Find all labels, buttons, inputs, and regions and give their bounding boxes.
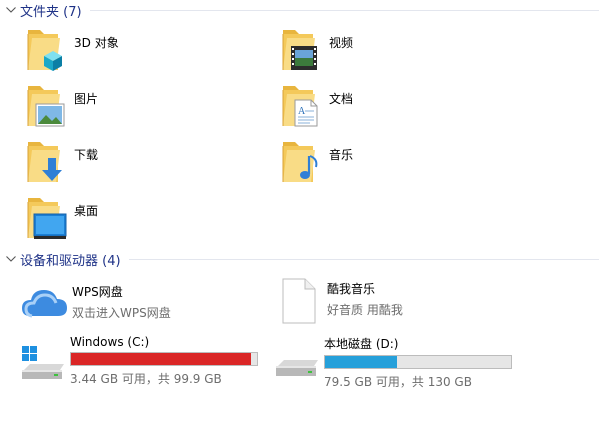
folder-item-desktop[interactable]: 桌面 — [22, 194, 98, 246]
chevron-down-icon[interactable] — [5, 0, 17, 20]
folders-group-header[interactable]: 文件夹 (7) — [0, 0, 599, 20]
downloads-folder-icon — [22, 138, 68, 186]
hard-drive-icon — [272, 332, 322, 382]
device-name: WPS网盘 — [72, 285, 123, 299]
group-divider — [89, 9, 599, 11]
documents-folder-icon: A — [277, 82, 323, 130]
folder-label: 3D 对象 — [74, 36, 119, 50]
drive-usage-fill — [325, 356, 398, 368]
folder-item-documents[interactable]: A 文档 — [277, 82, 353, 134]
folder-label: 桌面 — [74, 204, 99, 218]
drive-free-space: 79.5 GB 可用，共 130 GB — [324, 375, 472, 389]
3d-objects-folder-icon — [22, 26, 68, 74]
folder-item-pictures[interactable]: 图片 — [22, 82, 98, 134]
device-name: 酷我音乐 — [327, 282, 376, 296]
group-title: 文件夹 (7) — [20, 4, 82, 20]
device-item-kuwo-music[interactable]: 酷我音乐 好音质 用酷我 — [277, 277, 403, 331]
group-title: 设备和驱动器 (4) — [20, 253, 121, 269]
drive-name: Windows (C:) — [70, 335, 150, 349]
device-item-wps-cloud[interactable]: WPS网盘 双击进入WPS网盘 — [20, 280, 171, 334]
videos-folder-icon — [277, 26, 323, 74]
pictures-folder-icon — [22, 82, 68, 130]
wps-cloud-icon — [20, 280, 70, 330]
folder-label: 文档 — [329, 92, 354, 106]
folder-label: 视频 — [329, 36, 354, 50]
folder-label: 下载 — [74, 148, 99, 162]
drive-name: 本地磁盘 (D:) — [324, 337, 399, 351]
folder-label: 图片 — [74, 92, 99, 106]
drive-usage-bar — [324, 355, 512, 369]
windows-drive-icon — [18, 332, 68, 382]
folder-item-3d-objects[interactable]: 3D 对象 — [22, 26, 119, 78]
music-folder-icon — [277, 138, 323, 186]
drive-item-c[interactable]: Windows (C:) 3.44 GB 可用，共 99.9 GB — [18, 332, 258, 386]
folder-label: 音乐 — [329, 148, 354, 162]
drive-usage-bar — [70, 352, 258, 366]
device-subtitle: 好音质 用酷我 — [327, 303, 403, 317]
blank-file-icon — [277, 277, 325, 327]
devices-group-header[interactable]: 设备和驱动器 (4) — [0, 249, 599, 269]
desktop-folder-icon — [22, 194, 68, 242]
drive-item-d[interactable]: 本地磁盘 (D:) 79.5 GB 可用，共 130 GB — [272, 332, 512, 389]
folder-item-videos[interactable]: 视频 — [277, 26, 353, 78]
chevron-down-icon[interactable] — [5, 249, 17, 269]
drive-usage-fill — [71, 353, 251, 365]
group-divider — [128, 258, 599, 260]
drive-free-space: 3.44 GB 可用，共 99.9 GB — [70, 372, 222, 386]
svg-text:A: A — [298, 106, 306, 117]
folder-item-music[interactable]: 音乐 — [277, 138, 353, 190]
folder-item-downloads[interactable]: 下载 — [22, 138, 98, 190]
device-subtitle: 双击进入WPS网盘 — [72, 306, 171, 320]
